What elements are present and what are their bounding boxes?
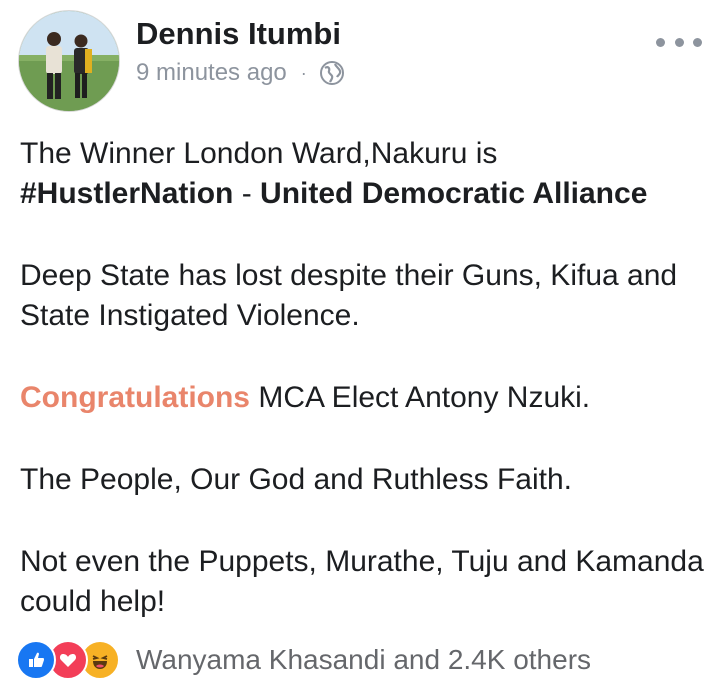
congratulations-text: Congratulations xyxy=(20,381,250,414)
dash-text: - xyxy=(233,177,261,210)
party-name: United Democratic Alliance xyxy=(260,177,648,210)
post-paragraph-5: Not even the Puppets, Murathe, Tuju and … xyxy=(20,545,704,618)
author-name[interactable]: Dennis Itumbi xyxy=(136,16,341,52)
like-icon xyxy=(16,640,56,680)
post-timestamp[interactable]: 9 minutes ago xyxy=(136,59,287,87)
post-line-winner: The Winner London Ward,Nakuru is xyxy=(20,137,498,170)
post-header: Dennis Itumbi 9 minutes ago · xyxy=(0,0,720,120)
avatar[interactable] xyxy=(18,10,120,112)
post-meta: 9 minutes ago · xyxy=(136,58,345,88)
post-paragraph-3: Congratulations MCA Elect Antony Nzuki. xyxy=(20,378,710,418)
meta-separator: · xyxy=(300,62,307,83)
post-paragraph-4: The People, Our God and Ruthless Faith. xyxy=(20,463,572,496)
more-options-button[interactable] xyxy=(656,30,702,54)
reactions-bar[interactable]: Wanyama Khasandi and 2.4K others xyxy=(16,640,591,680)
post-paragraph-2: Deep State has lost despite their Guns, … xyxy=(20,259,678,332)
post-paragraph-1: The Winner London Ward,Nakuru is #Hustle… xyxy=(20,134,710,214)
reaction-icons xyxy=(16,640,120,680)
reactions-summary[interactable]: Wanyama Khasandi and 2.4K others xyxy=(136,644,591,676)
post-text: The Winner London Ward,Nakuru is #Hustle… xyxy=(20,134,710,622)
hashtag-link[interactable]: #HustlerNation xyxy=(20,177,233,210)
more-horizontal-icon xyxy=(656,37,665,47)
globe-icon[interactable] xyxy=(319,60,345,86)
congratulations-rest: MCA Elect Antony Nzuki. xyxy=(250,381,591,414)
